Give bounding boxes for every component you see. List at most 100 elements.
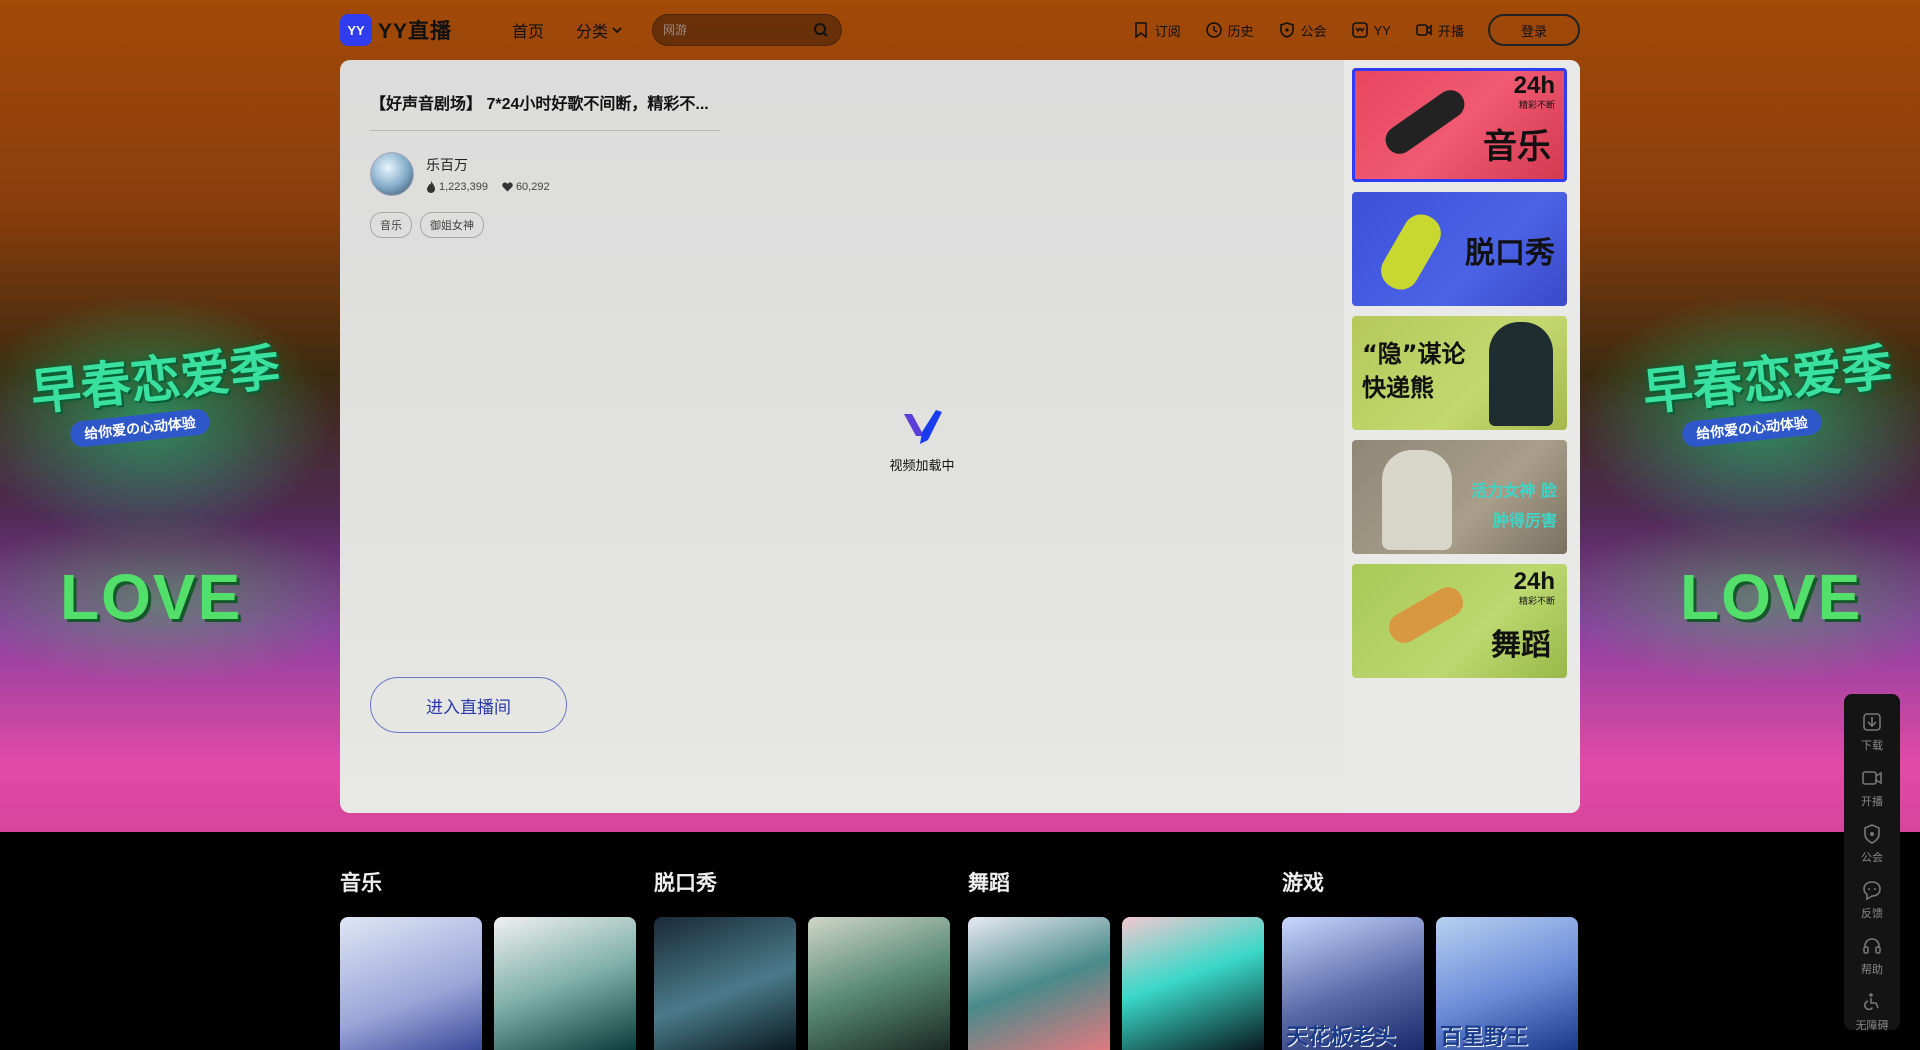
microphone-graphic bbox=[1380, 84, 1470, 160]
hero-right-title: 早春恋爱季 bbox=[1640, 338, 1895, 422]
likes-stat: 60,292 bbox=[502, 181, 550, 193]
site-logo[interactable]: YY YY直播 bbox=[340, 14, 452, 46]
badge-24h-big: 24h bbox=[1513, 72, 1555, 99]
enter-room-button[interactable]: 进入直播间 bbox=[370, 677, 567, 733]
stream-card[interactable] bbox=[494, 917, 636, 1050]
float-broadcast[interactable]: 开播 bbox=[1844, 760, 1900, 816]
top-nav: YY YY直播 首页 分类 订阅 历史 公会 YY 开播 登录 bbox=[340, 10, 1580, 50]
float-help-label: 帮助 bbox=[1861, 964, 1883, 976]
stream-card[interactable] bbox=[340, 917, 482, 1050]
float-feedback-label: 反馈 bbox=[1861, 908, 1883, 920]
microphone-graphic bbox=[1374, 207, 1448, 297]
download-icon bbox=[1863, 713, 1881, 731]
video-camera-icon bbox=[1862, 771, 1882, 785]
channel-thumb-label: 活力女神 脸肿得厉害 bbox=[1471, 481, 1557, 531]
card-caption: 天花板老头 bbox=[1286, 1024, 1397, 1049]
nav-guild[interactable]: 公会 bbox=[1278, 21, 1327, 40]
nav-history[interactable]: 历史 bbox=[1205, 21, 1254, 40]
nav-history-label: 历史 bbox=[1227, 23, 1254, 39]
badge-24h: 24h 精彩不断 bbox=[1514, 74, 1555, 111]
badge-24h-small: 精彩不断 bbox=[1518, 596, 1555, 606]
float-accessibility-label: 无障碍 bbox=[1855, 1020, 1889, 1032]
yy-loading-icon bbox=[904, 410, 942, 444]
loading-indicator: 视频加载中 bbox=[882, 406, 962, 474]
clock-icon bbox=[1205, 22, 1222, 38]
nav-subscribe-label: 订阅 bbox=[1154, 23, 1181, 39]
float-feedback[interactable]: 反馈 bbox=[1844, 872, 1900, 928]
heat-stat: 1,223,399 bbox=[426, 181, 488, 193]
channel-thumb-label: 音乐 bbox=[1483, 127, 1551, 167]
tag-list: 音乐 御姐女神 bbox=[370, 212, 484, 238]
hero-left-title: 早春恋爱季 bbox=[28, 338, 283, 422]
title-divider bbox=[370, 130, 720, 131]
nav-yy[interactable]: YY bbox=[1351, 21, 1391, 39]
float-guild-label: 公会 bbox=[1861, 852, 1883, 864]
hero-left-love: LOVE bbox=[60, 561, 243, 633]
category-title-music[interactable]: 音乐 bbox=[340, 867, 382, 897]
nav-guild-label: 公会 bbox=[1300, 23, 1327, 39]
channel-thumb-label: “隐”谋论 快递熊 bbox=[1362, 340, 1466, 402]
float-accessibility[interactable]: 无障碍 bbox=[1844, 984, 1900, 1040]
float-guild[interactable]: 公会 bbox=[1844, 816, 1900, 872]
stream-card[interactable] bbox=[1122, 917, 1264, 1050]
badge-24h: 24h 精彩不断 bbox=[1514, 570, 1555, 607]
wheelchair-icon bbox=[1864, 993, 1879, 1011]
channel-thumb-label: 脱口秀 bbox=[1465, 236, 1555, 271]
shoe-graphic bbox=[1383, 582, 1469, 648]
search-input[interactable] bbox=[663, 23, 814, 37]
nav-home[interactable]: 首页 bbox=[512, 18, 544, 42]
search-icon[interactable] bbox=[813, 22, 829, 38]
nav-broadcast-label: 开播 bbox=[1437, 23, 1464, 39]
nav-broadcast[interactable]: 开播 bbox=[1415, 21, 1464, 40]
flame-icon bbox=[427, 181, 435, 193]
channel-thumb-quiz[interactable]: “隐”谋论 快递熊 bbox=[1352, 316, 1567, 430]
anchor-info: 乐百万 1,223,399 60,292 bbox=[370, 152, 550, 196]
logo-text: YY直播 bbox=[378, 20, 453, 43]
stream-card[interactable] bbox=[808, 917, 950, 1050]
nav-right: 订阅 历史 公会 YY 开播 登录 bbox=[1132, 14, 1580, 46]
stream-card[interactable]: 百星野王 bbox=[1436, 917, 1578, 1050]
chat-bubble-icon bbox=[1863, 881, 1881, 901]
likes-value: 60,292 bbox=[515, 181, 550, 193]
video-camera-icon bbox=[1416, 24, 1432, 36]
category-title-game[interactable]: 游戏 bbox=[1282, 867, 1324, 897]
yy-icon bbox=[1351, 22, 1368, 38]
nav-yy-label: YY bbox=[1373, 22, 1391, 38]
logo-mark: YY bbox=[340, 14, 372, 46]
person-graphic bbox=[1489, 322, 1553, 426]
float-download[interactable]: 下载 bbox=[1844, 704, 1900, 760]
nav-subscribe[interactable]: 订阅 bbox=[1132, 21, 1181, 40]
stream-card[interactable] bbox=[968, 917, 1110, 1050]
tag-item[interactable]: 音乐 bbox=[370, 212, 412, 238]
loading-text: 视频加载中 bbox=[889, 458, 955, 473]
card-caption: 百星野王 bbox=[1440, 1024, 1529, 1049]
category-title-dance[interactable]: 舞蹈 bbox=[968, 867, 1010, 897]
channel-thumb-label: 舞蹈 bbox=[1491, 628, 1551, 663]
channel-thumb-dance[interactable]: 24h 精彩不断 舞蹈 bbox=[1352, 564, 1567, 678]
badge-24h-big: 24h bbox=[1513, 568, 1555, 595]
live-panel: 【好声音剧场】 7*24小时好歌不间断，精彩不... 乐百万 1,223,399… bbox=[340, 60, 1580, 813]
float-broadcast-label: 开播 bbox=[1861, 796, 1883, 808]
stream-card[interactable]: 天花板老头 bbox=[1282, 917, 1424, 1050]
channel-sidebar: 24h 精彩不断 音乐 脱口秀 “隐”谋论 快递熊 活力女神 脸肿得厉害 24h… bbox=[1344, 60, 1580, 813]
floating-toolbar: 下载 开播 公会 反馈 帮助 无障碍 bbox=[1844, 694, 1900, 1032]
float-help[interactable]: 帮助 bbox=[1844, 928, 1900, 984]
category-title-talkshow[interactable]: 脱口秀 bbox=[654, 867, 717, 897]
stream-title: 【好声音剧场】 7*24小时好歌不间断，精彩不... bbox=[370, 96, 709, 113]
tag-item[interactable]: 御姐女神 bbox=[420, 212, 484, 238]
nav-category[interactable]: 分类 bbox=[576, 18, 622, 42]
badge-24h-small: 精彩不断 bbox=[1518, 100, 1555, 110]
avatar[interactable] bbox=[370, 152, 414, 196]
headset-icon bbox=[1863, 938, 1881, 954]
bookmark-icon bbox=[1134, 22, 1147, 39]
video-player[interactable]: 【好声音剧场】 7*24小时好歌不间断，精彩不... 乐百万 1,223,399… bbox=[340, 60, 1344, 813]
login-button[interactable]: 登录 bbox=[1488, 14, 1580, 46]
channel-thumb-talkshow[interactable]: 脱口秀 bbox=[1352, 192, 1567, 306]
chevron-down-icon bbox=[612, 27, 622, 34]
stream-card[interactable] bbox=[654, 917, 796, 1050]
nav-category-label: 分类 bbox=[576, 24, 609, 41]
channel-thumb-music[interactable]: 24h 精彩不断 音乐 bbox=[1352, 68, 1567, 182]
anchor-name[interactable]: 乐百万 bbox=[426, 155, 550, 175]
channel-thumb-goddess[interactable]: 活力女神 脸肿得厉害 bbox=[1352, 440, 1567, 554]
heart-icon bbox=[502, 182, 513, 192]
